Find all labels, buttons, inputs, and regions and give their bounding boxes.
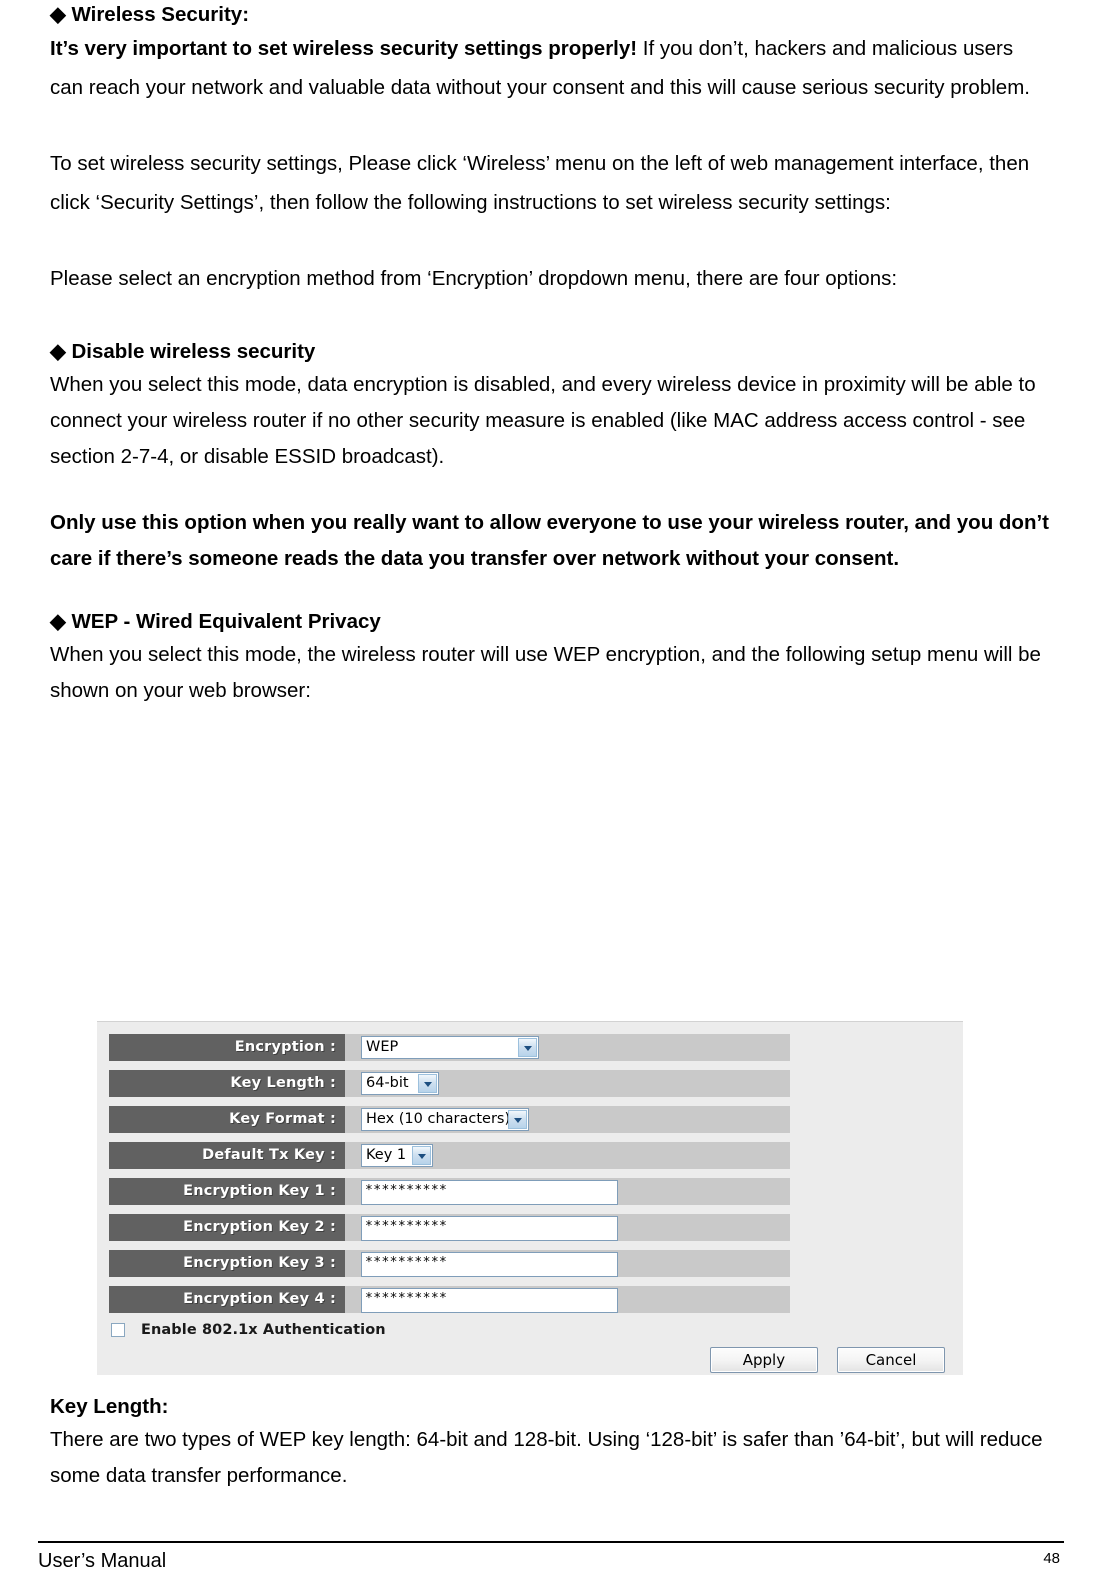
wep-heading: ◆ WEP - Wired Equivalent Privacy — [50, 609, 381, 633]
form-buttons: Apply Cancel — [696, 1347, 945, 1373]
form-row-label: Encryption Key 4 : — [109, 1286, 345, 1313]
page-number: 48 — [1043, 1550, 1060, 1567]
select-default-tx-key[interactable]: Key 1 — [361, 1144, 433, 1167]
select-value: Key 1 — [366, 1147, 407, 1163]
form-row-control: ********** — [361, 1216, 618, 1241]
wep-paragraph: When you select this mode, the wireless … — [50, 642, 1041, 702]
select-encryption[interactable]: WEP — [361, 1036, 539, 1059]
select-value: Hex (10 characters) — [366, 1111, 511, 1127]
form-row-label: Encryption Key 2 : — [109, 1214, 345, 1241]
wireless-security-heading: ◆ Wireless Security: — [50, 3, 250, 26]
apply-button[interactable]: Apply — [709, 1347, 818, 1373]
wep-setup-form: Encryption : WEP Key Length : 64-bit Key For… — [97, 1022, 963, 1375]
select-value: 64-bit — [366, 1075, 409, 1091]
wep-setup-screenshot: Encryption : WEP Key Length : 64-bit Key For… — [97, 1021, 963, 1375]
form-row: Encryption Key 3 : ********** — [109, 1250, 790, 1277]
form-row-label: Key Format : — [109, 1106, 345, 1133]
footer-divider — [38, 1541, 1064, 1543]
form-row: Key Format : Hex (10 characters) — [109, 1106, 790, 1133]
disable-wireless-security-warning: Only use this option when you really wan… — [50, 510, 1049, 570]
select-key-length[interactable]: 64-bit — [361, 1072, 439, 1095]
input-encryption-key-1[interactable]: ********** — [361, 1180, 618, 1205]
chevron-down-icon[interactable] — [518, 1038, 537, 1057]
intro-paragraph: It’s very important to set wireless secu… — [50, 30, 1050, 107]
input-encryption-key-4[interactable]: ********** — [361, 1288, 618, 1313]
footer-title: User’s Manual — [38, 1550, 167, 1572]
chevron-down-icon[interactable] — [418, 1074, 437, 1093]
form-row-control: Hex (10 characters) — [361, 1108, 529, 1131]
form-row: Encryption Key 2 : ********** — [109, 1214, 790, 1241]
form-row-control: ********** — [361, 1288, 618, 1313]
enable-8021x-checkbox[interactable] — [111, 1322, 125, 1337]
manual-page: ◆ Wireless Security: It’s very important… — [0, 0, 1100, 1579]
form-row-control: 64-bit — [361, 1072, 439, 1095]
form-row-label: Encryption Key 3 : — [109, 1250, 345, 1277]
input-encryption-key-3[interactable]: ********** — [361, 1252, 618, 1277]
key-length-section: Key Length: There are two types of WEP k… — [50, 1392, 1050, 1494]
enable-8021x-row[interactable]: Enable 802.1x Authentication — [111, 1319, 386, 1339]
chevron-down-icon[interactable] — [508, 1110, 527, 1129]
cancel-button[interactable]: Cancel — [837, 1347, 945, 1373]
form-row-control: Key 1 — [361, 1144, 433, 1167]
form-row-control: WEP — [361, 1036, 539, 1059]
encryption-options-paragraph: Please select an encryption method from … — [50, 267, 898, 290]
chevron-down-icon[interactable] — [412, 1146, 431, 1165]
key-length-heading: Key Length: — [50, 1395, 169, 1418]
form-row: Encryption Key 4 : ********** — [109, 1286, 790, 1313]
form-row-label: Encryption : — [109, 1034, 345, 1061]
disable-wireless-security-heading: ◆ Disable wireless security — [50, 339, 316, 363]
form-row: Encryption Key 1 : ********** — [109, 1178, 790, 1205]
form-row: Key Length : 64-bit — [109, 1070, 790, 1097]
page-content: ◆ Wireless Security: It’s very important… — [50, 0, 1050, 709]
form-row: Default Tx Key : Key 1 — [109, 1142, 790, 1169]
form-row-label: Key Length : — [109, 1070, 345, 1097]
form-row-control: ********** — [361, 1252, 618, 1277]
form-row-label: Encryption Key 1 : — [109, 1178, 345, 1205]
enable-8021x-label: Enable 802.1x Authentication — [141, 1321, 386, 1338]
form-row-label: Default Tx Key : — [109, 1142, 345, 1169]
key-length-paragraph: There are two types of WEP key length: 6… — [50, 1428, 1043, 1487]
form-row-control: ********** — [361, 1180, 618, 1205]
select-value: WEP — [366, 1039, 399, 1055]
input-encryption-key-2[interactable]: ********** — [361, 1216, 618, 1241]
howto-paragraph: To set wireless security settings, Pleas… — [50, 152, 1030, 214]
select-key-format[interactable]: Hex (10 characters) — [361, 1108, 529, 1131]
disable-wireless-security-paragraph: When you select this mode, data encrypti… — [50, 372, 1036, 468]
intro-bold-text: It’s very important to set wireless secu… — [50, 37, 638, 60]
form-row: Encryption : WEP — [109, 1034, 790, 1061]
